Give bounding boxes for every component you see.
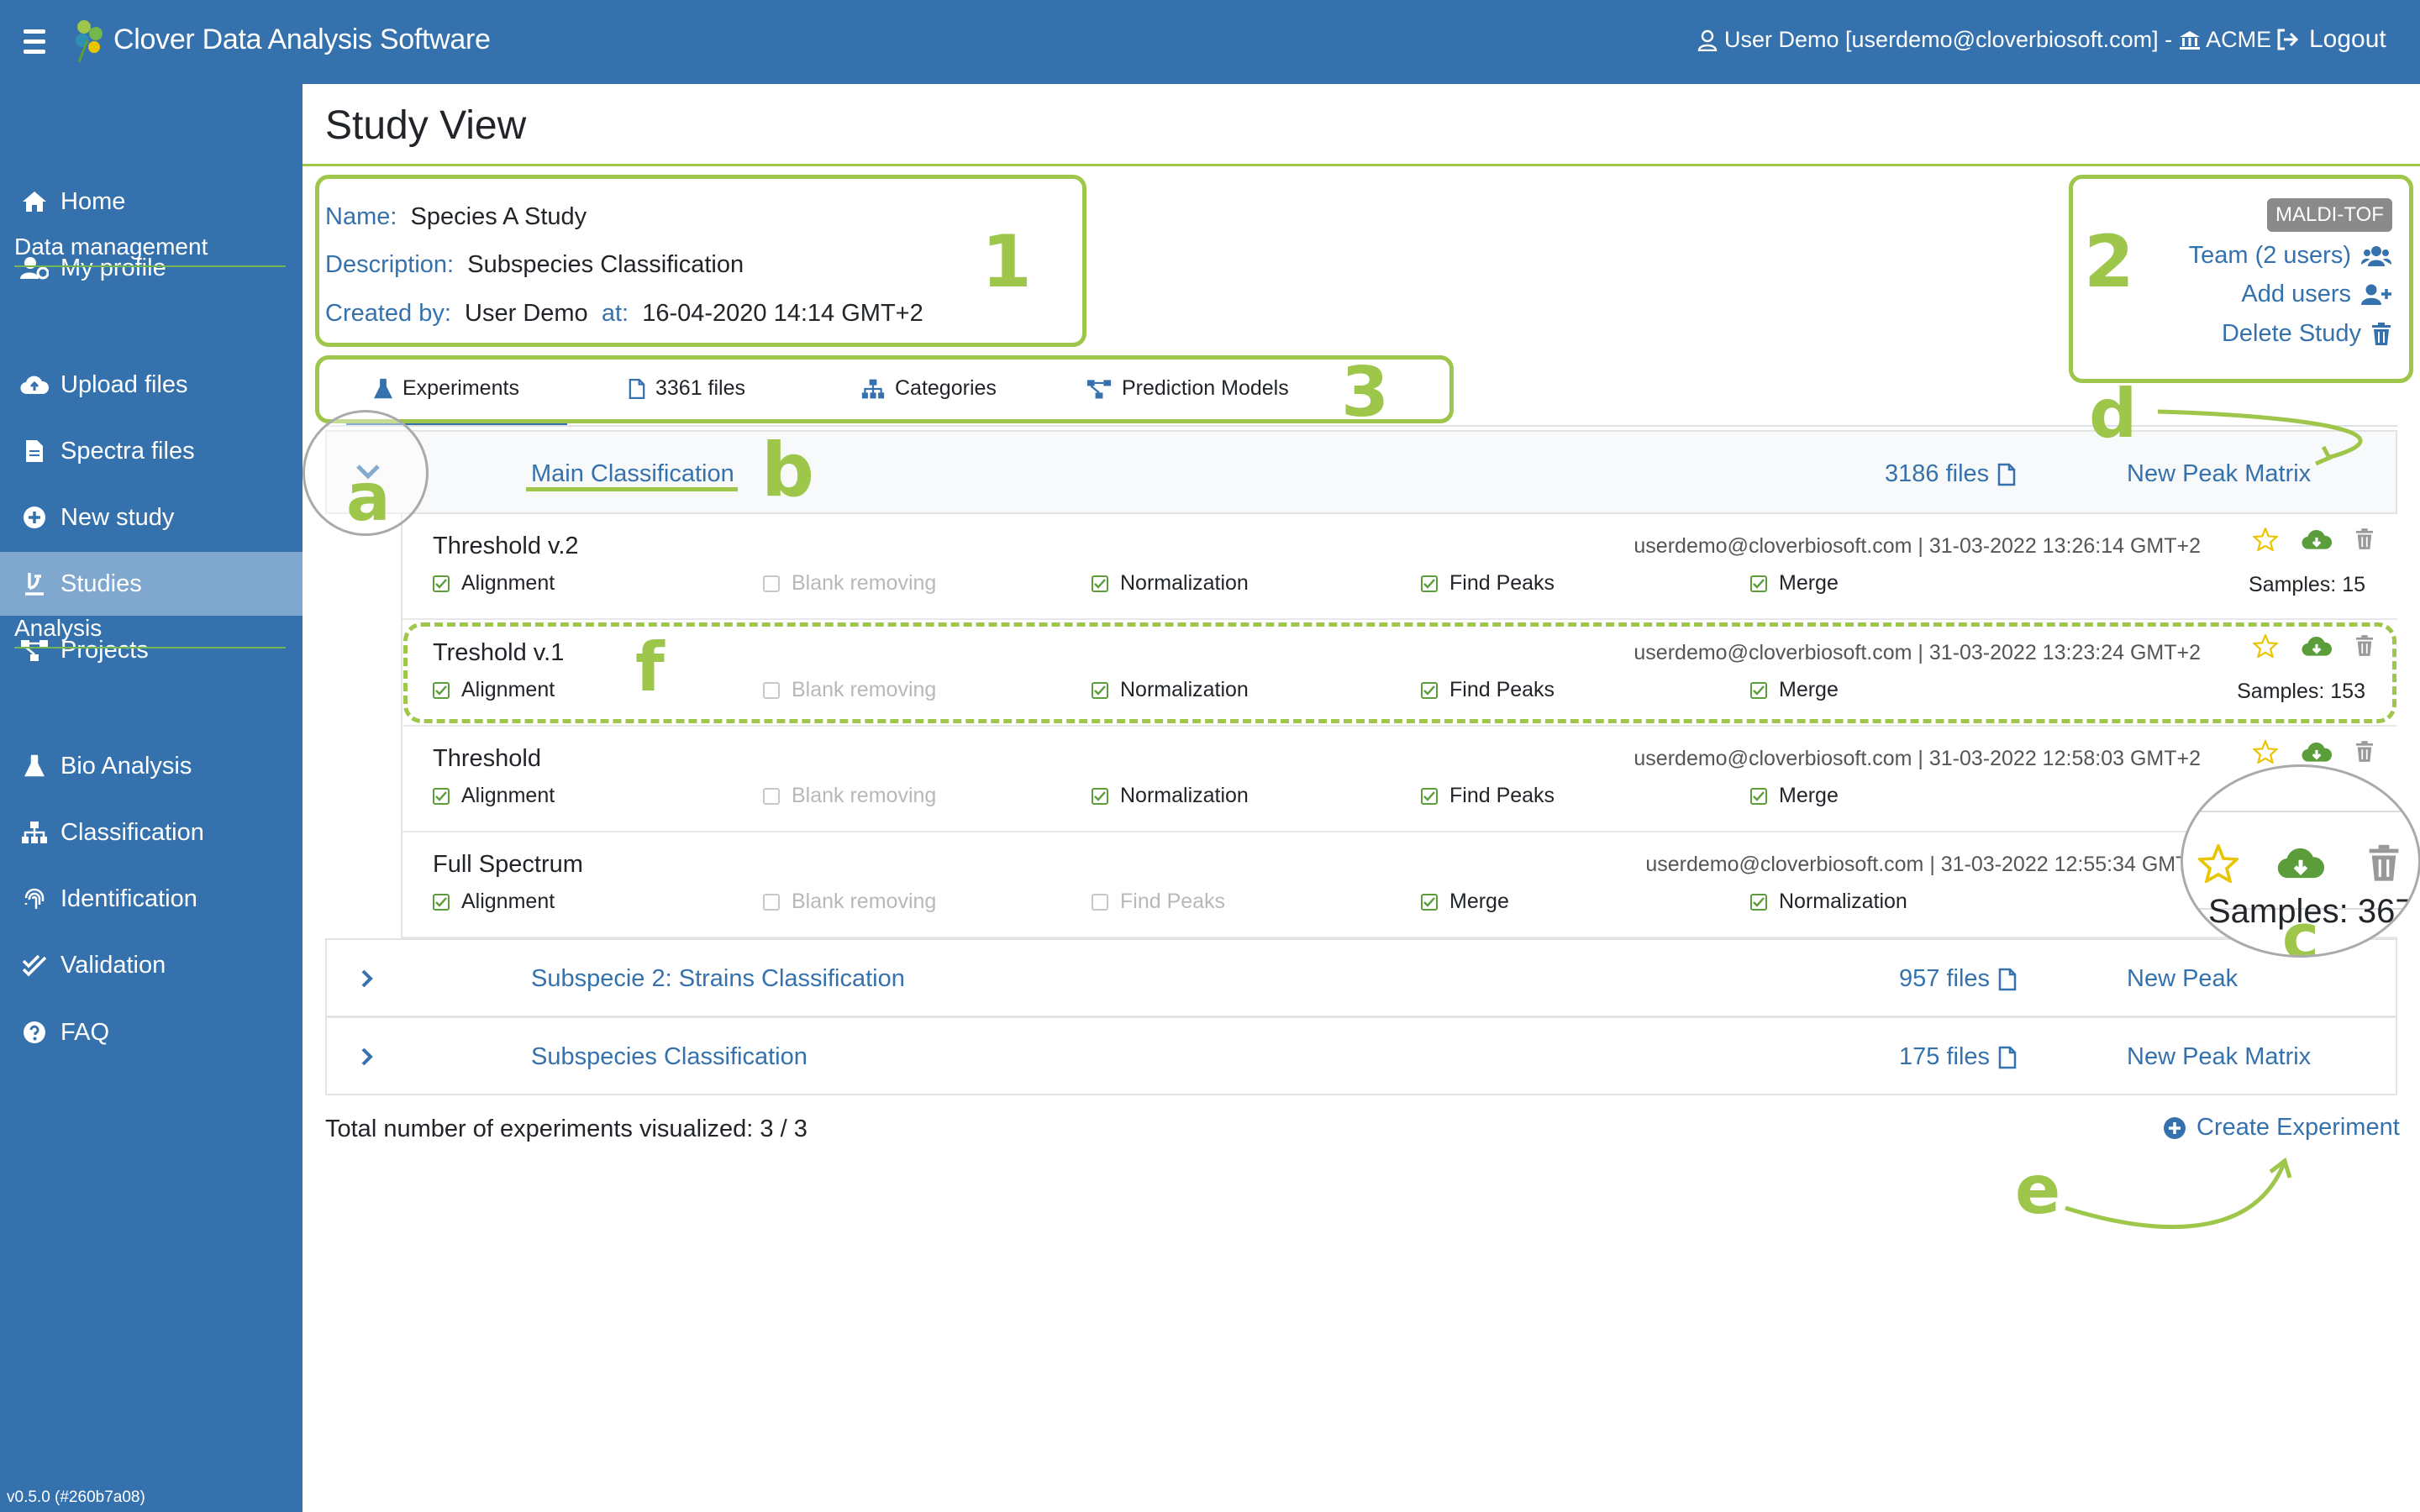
trash-icon	[2369, 844, 2399, 881]
annotation-arrows	[2065, 409, 2363, 1230]
annotation-arrow-e	[2065, 1163, 2286, 1230]
star-icon	[2198, 844, 2238, 883]
annotation-zoom-circle-c: Samples: 367 c	[2181, 764, 2420, 958]
cloud-download-icon	[2277, 848, 2324, 879]
annotation-arrow-d	[2157, 409, 2363, 460]
annotation-arrow-d-head	[2314, 445, 2333, 466]
annotation-label-c: c	[2282, 901, 2319, 958]
zoom-divider-top	[2183, 811, 2418, 812]
